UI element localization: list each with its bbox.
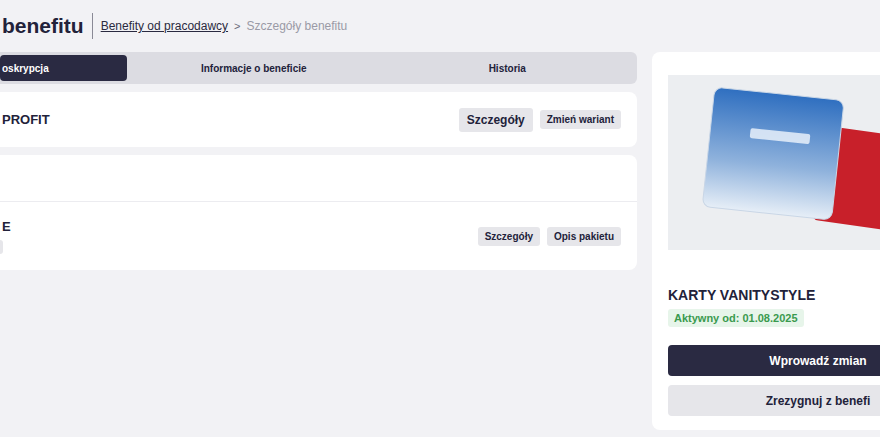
variant-button[interactable]: Zmień wariant xyxy=(540,110,621,129)
benefit-image xyxy=(668,75,880,250)
tab-bar: oskrypcjaInformacje o beneficieHistoria xyxy=(0,52,637,84)
tab[interactable]: oskrypcja xyxy=(0,55,127,81)
benefit-card: KARTY VANITYSTYLE Aktywny od: 01.08.2025 W… xyxy=(652,52,880,430)
variant-button[interactable]: Szczegóły xyxy=(459,108,533,132)
package-info: E xyxy=(2,219,11,254)
package-button[interactable]: Opis pakietu xyxy=(547,227,621,246)
benefit-action-button[interactable]: Wprowadź zmian xyxy=(668,345,880,376)
breadcrumb: Benefity od pracodawcy > Szczegóły benefit… xyxy=(101,19,348,33)
package-title: E xyxy=(2,219,11,234)
header-divider xyxy=(92,13,93,39)
variant-card: PROFIT Szczegóły Zmień wariant xyxy=(0,92,637,147)
package-badge xyxy=(0,240,3,254)
package-actions: Szczegóły Opis pakietu xyxy=(478,227,621,246)
breadcrumb-current: Szczegóły benefitu xyxy=(247,19,348,33)
breadcrumb-link[interactable]: Benefity od pracodawcy xyxy=(101,19,228,33)
tab[interactable]: Historia xyxy=(381,55,635,81)
benefit-name: KARTY VANITYSTYLE xyxy=(668,287,815,303)
cards-picture-icon xyxy=(668,75,880,250)
benefit-action-button[interactable]: Zrezygnuj z benefi xyxy=(668,385,880,416)
status-badge: Aktywny od: 01.08.2025 xyxy=(668,309,804,327)
main: oskrypcjaInformacje o beneficieHistoria P… xyxy=(0,52,880,430)
variant-actions: Szczegóły Zmień wariant xyxy=(459,108,621,132)
header: benefitu Benefity od pracodawcy > Szczegóły… xyxy=(0,0,880,52)
breadcrumb-separator-icon: > xyxy=(234,20,240,32)
package-header xyxy=(0,155,637,202)
package-card: E Szczegóły Opis pakietu xyxy=(0,155,637,270)
page: benefitu Benefity od pracodawcy > Szczegóły… xyxy=(0,0,880,437)
package-row: E Szczegóły Opis pakietu xyxy=(0,202,637,270)
left-column: oskrypcjaInformacje o beneficieHistoria P… xyxy=(0,52,637,430)
variant-title: PROFIT xyxy=(2,112,50,127)
tab[interactable]: Informacje o beneficie xyxy=(127,55,381,81)
brand-logo[interactable]: benefitu xyxy=(2,14,84,38)
package-button[interactable]: Szczegóły xyxy=(478,227,540,246)
